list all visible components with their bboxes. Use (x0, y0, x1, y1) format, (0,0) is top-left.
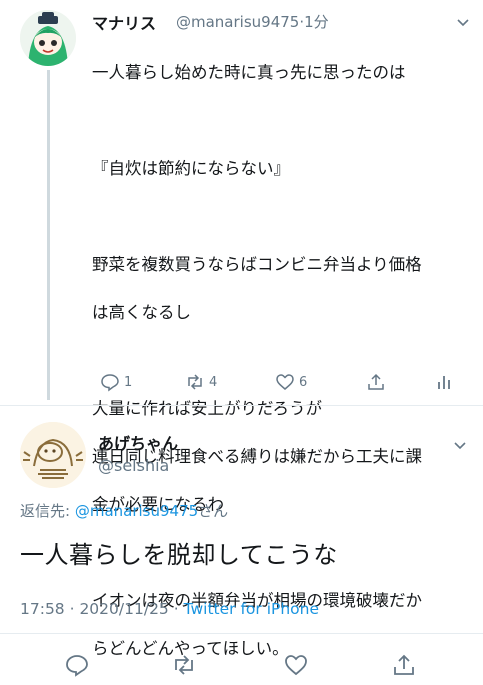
tweet-text: 一人暮らしを脱却してこうな (20, 541, 338, 569)
analytics-button[interactable] (434, 370, 454, 394)
avatar[interactable] (20, 10, 76, 66)
tweet-time[interactable]: 17:58 · 2020/11/25 · (20, 600, 184, 618)
reply-context: 返信先: @manarisu9475さん (20, 500, 228, 521)
reply-prefix: 返信先: (20, 502, 75, 520)
tweet-line (92, 205, 472, 229)
tweet-timestamp: 17:58 · 2020/11/25 · Twitter for iPhone (20, 600, 319, 618)
author-handle[interactable]: @selshia (98, 456, 169, 475)
share-icon (394, 654, 414, 675)
chevron-down-icon[interactable] (452, 437, 468, 457)
thread-connector (47, 70, 50, 400)
retweet-icon (188, 374, 202, 390)
reply-icon (66, 655, 88, 677)
like-button[interactable] (283, 652, 309, 678)
like-icon (285, 655, 307, 676)
reply-button[interactable]: 1 (100, 370, 132, 394)
avatar-image (20, 422, 86, 488)
reply-count: 1 (124, 374, 133, 390)
reply-icon (101, 374, 119, 392)
chevron-down-icon[interactable] (455, 14, 471, 34)
divider (0, 405, 483, 406)
tweet-line (92, 109, 472, 133)
tweet-line: は高くなるし (92, 303, 191, 322)
share-button[interactable] (366, 370, 386, 394)
reply-mention[interactable]: @manarisu9475 (75, 502, 198, 520)
avatar-image (20, 10, 76, 66)
tweet-line: 『自炊は節約にならない』 (92, 159, 290, 178)
avatar[interactable] (20, 422, 86, 488)
author-name[interactable]: マナリス (92, 10, 156, 34)
author-name[interactable]: あげちゃん (98, 430, 178, 454)
retweet-button[interactable] (171, 652, 197, 678)
share-icon (368, 373, 384, 390)
retweet-button[interactable]: 4 (185, 370, 217, 394)
like-count: 6 (299, 374, 308, 390)
tweet-line: 野菜を複数買うならばコンビニ弁当より価格 (92, 255, 422, 274)
tweet-time[interactable]: 1分 (304, 13, 329, 31)
tweet-line: 大量に作れば安上がりだろうが (92, 399, 323, 418)
retweet-icon (175, 655, 193, 675)
tweet-line: 一人暮らし始めた時に真っ先に思ったのは (92, 63, 406, 82)
analytics-icon (438, 376, 450, 389)
share-button[interactable] (391, 652, 417, 678)
retweet-count: 4 (209, 374, 218, 390)
reply-button[interactable] (64, 652, 90, 678)
like-icon (276, 374, 294, 390)
author-handle[interactable]: @manarisu9475 (176, 13, 299, 31)
like-button[interactable]: 6 (275, 370, 307, 394)
tweet-text: 一人暮らし始めた時に真っ先に思ったのは 『自炊は節約にならない』 野菜を複数買う… (92, 37, 472, 685)
divider (0, 633, 483, 634)
reply-suffix: さん (198, 502, 229, 520)
tweet-source[interactable]: Twitter for iPhone (184, 600, 319, 618)
author-meta: @manarisu9475·1分 (176, 11, 329, 32)
